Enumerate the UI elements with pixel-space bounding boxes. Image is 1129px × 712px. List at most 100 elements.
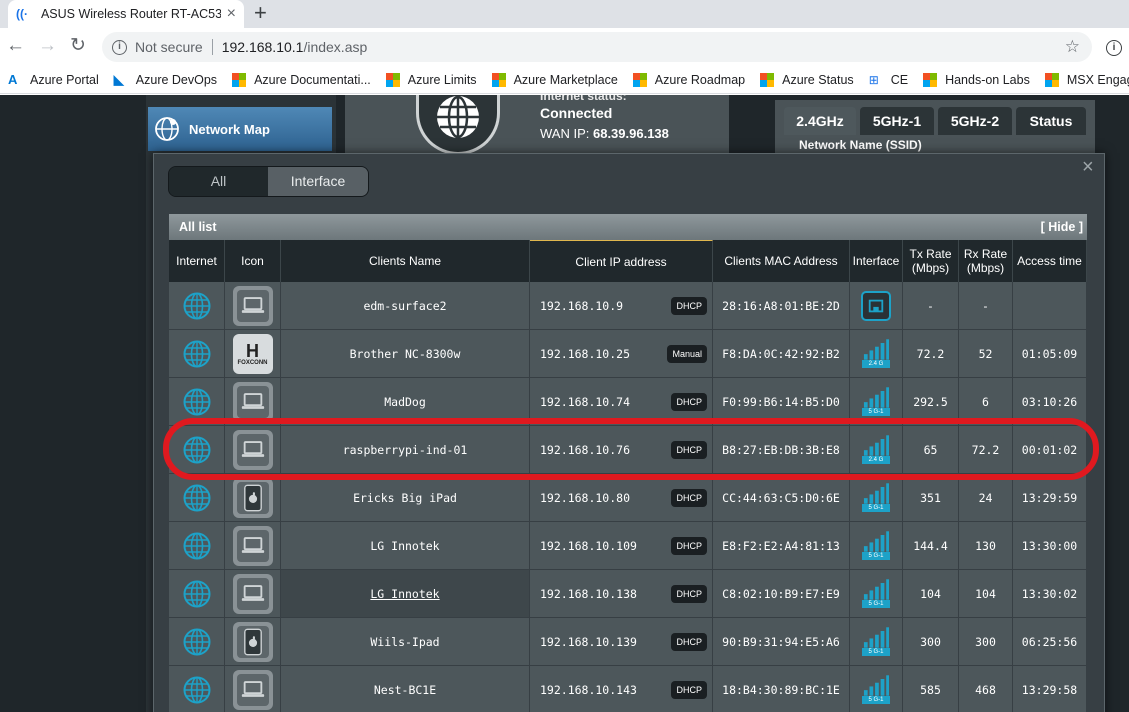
- table-row[interactable]: LG Innotek 192.168.10.138 DHCP C8:02:10:B9:…: [169, 570, 1087, 618]
- client-mac-cell: F8:DA:0C:42:92:B2: [713, 330, 850, 378]
- client-name-cell[interactable]: LG Innotek: [281, 570, 530, 618]
- client-name-cell[interactable]: LG Innotek: [281, 522, 530, 570]
- back-arrow-icon[interactable]: ←: [6, 36, 25, 56]
- access-time: 13:29:58: [1021, 682, 1078, 697]
- client-name-cell[interactable]: Nest-BC1E: [281, 666, 530, 712]
- globe-icon[interactable]: [182, 675, 212, 705]
- globe-icon[interactable]: [182, 435, 212, 465]
- profile-info-icon[interactable]: i: [1106, 40, 1122, 56]
- col-icon[interactable]: Icon: [225, 240, 281, 282]
- client-name-cell[interactable]: edm-surface2: [281, 282, 530, 330]
- internet-cell[interactable]: [169, 474, 225, 522]
- tab-5ghz-1[interactable]: 5GHz-1: [860, 107, 934, 135]
- client-name: Brother NC-8300w: [349, 346, 461, 361]
- internet-cell[interactable]: [169, 666, 225, 712]
- bookmark-item[interactable]: Azure Marketplace: [491, 72, 618, 87]
- laptop-icon[interactable]: [232, 429, 273, 470]
- apple-icon[interactable]: [232, 621, 273, 662]
- seg-all-button[interactable]: All: [169, 167, 268, 196]
- band-label: 5 G-1: [862, 504, 890, 512]
- laptop-icon[interactable]: [232, 381, 273, 422]
- reload-icon[interactable]: ↻: [70, 36, 86, 56]
- table-row[interactable]: raspberrypi-ind-01 192.168.10.76 DHCP B8:27…: [169, 426, 1087, 474]
- col-tx-rate[interactable]: Tx Rate (Mbps): [903, 240, 959, 282]
- tab-5ghz-2[interactable]: 5GHz-2: [938, 107, 1012, 135]
- browser-tab[interactable]: ((· ASUS Wireless Router RT-AC5300 ×: [8, 0, 244, 28]
- new-tab-button[interactable]: +: [254, 2, 267, 24]
- internet-cell[interactable]: [169, 570, 225, 618]
- internet-cell[interactable]: [169, 426, 225, 474]
- bookmark-star-icon[interactable]: ☆: [1065, 37, 1080, 57]
- laptop-icon[interactable]: [232, 669, 273, 710]
- internet-cell[interactable]: [169, 282, 225, 330]
- internet-cell[interactable]: [169, 618, 225, 666]
- globe-icon[interactable]: [182, 531, 212, 561]
- table-row[interactable]: Wiils-Ipad 192.168.10.139 DHCP 90:B9:31:94:…: [169, 618, 1087, 666]
- band-label: 5 G-1: [862, 648, 890, 656]
- globe-icon[interactable]: [182, 387, 212, 417]
- seg-interface-button[interactable]: Interface: [268, 167, 368, 196]
- nav-network-map[interactable]: Network Map: [148, 107, 332, 151]
- table-row[interactable]: Ericks Big iPad 192.168.10.80 DHCP CC:44:63…: [169, 474, 1087, 522]
- col-rx-rate[interactable]: Rx Rate (Mbps): [959, 240, 1013, 282]
- interface-cell: 5 G-1: [850, 618, 903, 666]
- globe-icon[interactable]: [182, 291, 212, 321]
- table-row[interactable]: edm-surface2 192.168.10.9 DHCP 28:16:A8:01:…: [169, 282, 1087, 330]
- bookmark-item[interactable]: Azure Limits: [385, 72, 477, 87]
- globe-icon[interactable]: [182, 579, 212, 609]
- tx-rate: 292.5: [913, 394, 948, 409]
- bookmark-item[interactable]: Hands-on Labs: [923, 72, 1030, 87]
- bookmark-item[interactable]: Azure Roadmap: [632, 72, 745, 87]
- bookmark-item[interactable]: Azure Status: [760, 72, 854, 87]
- internet-cell[interactable]: [169, 522, 225, 570]
- internet-cell[interactable]: [169, 330, 225, 378]
- foxconn-icon[interactable]: H FOXCONN: [232, 333, 273, 374]
- bookmark-item[interactable]: ◣ Azure DevOps: [114, 72, 217, 87]
- col-clients-name[interactable]: Clients Name: [281, 240, 530, 282]
- internet-globe-icon[interactable]: [416, 95, 500, 155]
- table-row[interactable]: MadDog 192.168.10.74 DHCP F0:99:B6:14:B5:D0…: [169, 378, 1087, 426]
- close-icon[interactable]: ×: [1082, 157, 1094, 177]
- client-name: edm-surface2: [363, 298, 447, 313]
- laptop-icon[interactable]: [232, 573, 273, 614]
- col-interface[interactable]: Interface: [850, 240, 903, 282]
- internet-cell[interactable]: [169, 378, 225, 426]
- globe-icon[interactable]: [182, 627, 212, 657]
- bookmarks-bar: A Azure Portal ◣ Azure DevOps Azure Document…: [0, 66, 1129, 94]
- tx-rate-cell: -: [903, 282, 959, 330]
- bookmark-label: Azure Portal: [30, 72, 99, 87]
- bookmark-item[interactable]: ⊞ CE: [869, 73, 908, 87]
- table-row[interactable]: LG Innotek 192.168.10.109 DHCP E8:F2:E2:A4:…: [169, 522, 1087, 570]
- bookmark-item[interactable]: A Azure Portal: [8, 72, 99, 87]
- col-access-time[interactable]: Access time: [1013, 240, 1087, 282]
- laptop-icon[interactable]: [232, 285, 273, 326]
- tab-close-icon[interactable]: ×: [227, 5, 236, 23]
- tab-2-4ghz[interactable]: 2.4GHz: [784, 107, 856, 135]
- hide-link[interactable]: [ Hide ]: [1041, 220, 1083, 234]
- client-name-cell[interactable]: MadDog: [281, 378, 530, 426]
- address-bar[interactable]: i Not secure 192.168.10.1 /index.asp ☆: [102, 32, 1092, 62]
- col-internet[interactable]: Internet: [169, 240, 225, 282]
- laptop-icon[interactable]: [232, 525, 273, 566]
- globe-icon[interactable]: [182, 339, 212, 369]
- info-icon[interactable]: i: [112, 39, 127, 55]
- apple-icon[interactable]: [232, 477, 273, 518]
- col-client-ip[interactable]: Client IP address: [530, 240, 713, 282]
- table-row[interactable]: Nest-BC1E 192.168.10.143 DHCP 18:B4:30:89:B…: [169, 666, 1087, 712]
- client-name-cell[interactable]: Brother NC-8300w: [281, 330, 530, 378]
- table-row[interactable]: H FOXCONN Brother NC-8300w 192.168.10.25 Man…: [169, 330, 1087, 378]
- bookmark-item[interactable]: Azure Documentati...: [232, 72, 371, 87]
- client-name: LG Innotek: [370, 538, 440, 553]
- col-clients-mac[interactable]: Clients MAC Address: [713, 240, 850, 282]
- bookmark-item[interactable]: MSX Engagem: [1044, 72, 1129, 87]
- band-label: 2.4 G: [862, 456, 890, 464]
- client-ip-cell: 192.168.10.25 Manual: [530, 330, 713, 378]
- icon-cell: [225, 666, 281, 712]
- tab-status[interactable]: Status: [1016, 107, 1086, 135]
- client-name-cell[interactable]: Wiils-Ipad: [281, 618, 530, 666]
- ip-mode-badge: DHCP: [671, 632, 707, 651]
- globe-icon[interactable]: [182, 483, 212, 513]
- client-name-cell[interactable]: raspberrypi-ind-01: [281, 426, 530, 474]
- client-name-cell[interactable]: Ericks Big iPad: [281, 474, 530, 522]
- forward-arrow-icon[interactable]: →: [38, 36, 57, 56]
